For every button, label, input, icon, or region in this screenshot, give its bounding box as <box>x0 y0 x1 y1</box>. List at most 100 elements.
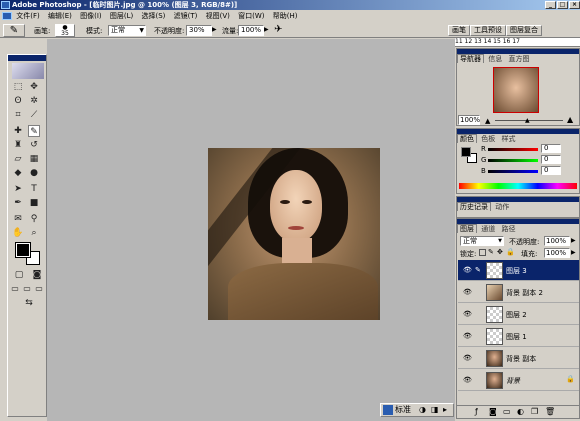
history-brush-icon[interactable]: ↺ <box>28 139 40 151</box>
eye-icon[interactable]: 👁 <box>463 310 472 318</box>
tab-channels[interactable]: 通道 <box>479 225 497 233</box>
adobe-online-icon[interactable] <box>12 63 44 79</box>
zoom-slider-thumb[interactable]: ▲ <box>525 117 530 124</box>
screen-mode-3-icon[interactable]: ▭ <box>34 283 44 295</box>
clone-stamp-icon[interactable]: ♜ <box>12 139 24 151</box>
magic-wand-icon[interactable]: ✲ <box>28 95 40 107</box>
channel-r-slider[interactable] <box>488 148 538 151</box>
screen-mode-2-icon[interactable]: ▭ <box>22 283 32 295</box>
layer-row[interactable]: 👁 ✎ 图层 3 <box>458 260 579 281</box>
channel-b-slider[interactable] <box>488 170 538 173</box>
menu-layer[interactable]: 图层(L) <box>110 12 133 20</box>
channel-b-input[interactable]: 0 <box>541 166 561 175</box>
channel-r-input[interactable]: 0 <box>541 144 561 153</box>
pen-tool-icon[interactable]: ✒ <box>12 197 24 209</box>
layer-opacity-arrow-icon[interactable]: ▶ <box>571 237 576 244</box>
adjustment-layer-icon[interactable]: ◐ <box>517 406 524 417</box>
layer-row[interactable]: 👁 背景 🔒 <box>458 370 579 391</box>
crop-tool-icon[interactable]: ⌗ <box>12 109 24 121</box>
lasso-tool-icon[interactable]: ʘ <box>12 95 24 107</box>
lock-position-icon[interactable]: ✥ <box>497 248 503 256</box>
layer-row[interactable]: 👁 背景 副本 <box>458 348 579 369</box>
menu-window[interactable]: 窗口(W) <box>238 12 264 20</box>
quickmask-mode-icon[interactable]: ◙ <box>30 269 44 281</box>
foreground-color-swatch[interactable] <box>15 242 31 258</box>
new-layer-icon[interactable]: ❐ <box>531 406 538 417</box>
delete-layer-icon[interactable]: 🗑 <box>545 406 555 417</box>
eyedropper-icon[interactable]: ⚲ <box>28 213 40 225</box>
marquee-tool-icon[interactable]: ⬚ <box>12 81 24 93</box>
document-canvas[interactable] <box>208 148 380 320</box>
tab-histogram[interactable]: 直方图 <box>506 55 531 63</box>
zoom-out-icon[interactable]: ▲ <box>485 117 490 125</box>
layer-opacity-input[interactable]: 100% <box>544 236 570 246</box>
path-select-icon[interactable]: ➤ <box>12 183 24 195</box>
arrow-icon[interactable]: ▸ <box>443 404 447 416</box>
screen-mode-1-icon[interactable]: ▭ <box>10 283 20 295</box>
standard-mode-icon[interactable]: ▢ <box>12 269 26 281</box>
notes-tool-icon[interactable]: ✉ <box>12 213 24 225</box>
flow-input[interactable]: 100% <box>238 25 264 36</box>
eye-icon[interactable]: 👁 <box>463 266 472 274</box>
brush-size-picker[interactable]: ● 35 <box>55 24 75 37</box>
menu-image[interactable]: 图像(I) <box>80 12 102 20</box>
layer-row[interactable]: 👁 背景 副本 2 <box>458 282 579 303</box>
opacity-input[interactable]: 30% <box>186 25 212 36</box>
layer-row[interactable]: 👁 图层 1 <box>458 326 579 347</box>
jump-to-imageready-icon[interactable]: ⇆ <box>22 297 36 309</box>
fill-input[interactable]: 100% <box>544 248 570 258</box>
menu-file[interactable]: 文件(F) <box>16 12 40 20</box>
well-tab-tool-presets[interactable]: 工具预设 <box>470 25 506 36</box>
tab-history[interactable]: 历史记录 <box>457 202 491 211</box>
minimize-button[interactable]: _ <box>545 1 556 9</box>
layer-mask-icon[interactable]: ◙ <box>489 406 497 417</box>
color-ramp[interactable] <box>459 183 577 189</box>
menu-select[interactable]: 选择(S) <box>141 12 165 20</box>
opacity-arrow-icon[interactable]: ▶ <box>212 26 217 33</box>
lock-all-icon[interactable]: 🔒 <box>506 248 515 256</box>
layer-set-icon[interactable]: ▭ <box>503 406 511 417</box>
tab-info[interactable]: 信息 <box>486 55 504 63</box>
zoom-tool-icon[interactable]: ⌕ <box>28 227 40 239</box>
lock-transparency-icon[interactable] <box>479 249 486 256</box>
tool-preset-button[interactable]: ✎ <box>3 24 25 37</box>
eye-icon[interactable]: 👁 <box>463 376 472 384</box>
dodge-tool-icon[interactable]: ● <box>28 167 40 179</box>
eye-icon[interactable]: 👁 <box>463 332 472 340</box>
mode-select[interactable]: 正常 ▼ <box>108 25 146 36</box>
moon-icon[interactable]: ◑ <box>419 404 426 416</box>
tab-paths[interactable]: 路径 <box>499 225 517 233</box>
tab-styles[interactable]: 样式 <box>499 135 517 143</box>
slice-tool-icon[interactable]: ⟋ <box>28 109 40 121</box>
well-tab-layer-comps[interactable]: 图层复合 <box>506 25 542 36</box>
lock-pixels-icon[interactable]: ✎ <box>488 248 494 256</box>
zoom-in-icon[interactable]: ▲ <box>567 115 573 124</box>
tab-color[interactable]: 颜色 <box>457 134 477 143</box>
well-tab-brushes[interactable]: 画笔 <box>448 25 470 36</box>
blend-mode-select[interactable]: 正常 ▼ <box>460 236 504 246</box>
tab-actions[interactable]: 动作 <box>493 203 511 211</box>
imageready-icon[interactable] <box>383 405 393 415</box>
channel-g-input[interactable]: 0 <box>541 155 561 164</box>
flow-arrow-icon[interactable]: ▶ <box>264 26 269 33</box>
eraser-tool-icon[interactable]: ▱ <box>12 153 24 165</box>
screen-mode-icon[interactable]: ◨ <box>431 404 439 416</box>
airbrush-icon[interactable]: ✈ <box>274 24 282 35</box>
menu-help[interactable]: 帮助(H) <box>273 12 298 20</box>
close-button[interactable]: × <box>569 1 580 9</box>
fill-arrow-icon[interactable]: ▶ <box>571 249 576 256</box>
document-icon[interactable] <box>2 12 12 20</box>
shape-tool-icon[interactable]: ■ <box>28 197 40 209</box>
layer-style-icon[interactable]: ƒ <box>475 406 478 417</box>
channel-g-slider[interactable] <box>488 159 538 162</box>
layer-row[interactable]: 👁 图层 2 <box>458 304 579 325</box>
menu-filter[interactable]: 滤镜(T) <box>174 12 198 20</box>
type-tool-icon[interactable]: T <box>28 183 40 195</box>
eye-icon[interactable]: 👁 <box>463 354 472 362</box>
fg-color-chip[interactable] <box>461 147 471 157</box>
brush-tool-icon[interactable]: ✎ <box>28 125 40 137</box>
zoom-input[interactable]: 100% <box>458 115 480 125</box>
menu-edit[interactable]: 编辑(E) <box>48 12 72 20</box>
mode-standard-label[interactable]: 标准 <box>395 404 411 416</box>
eye-icon[interactable]: 👁 <box>463 288 472 296</box>
